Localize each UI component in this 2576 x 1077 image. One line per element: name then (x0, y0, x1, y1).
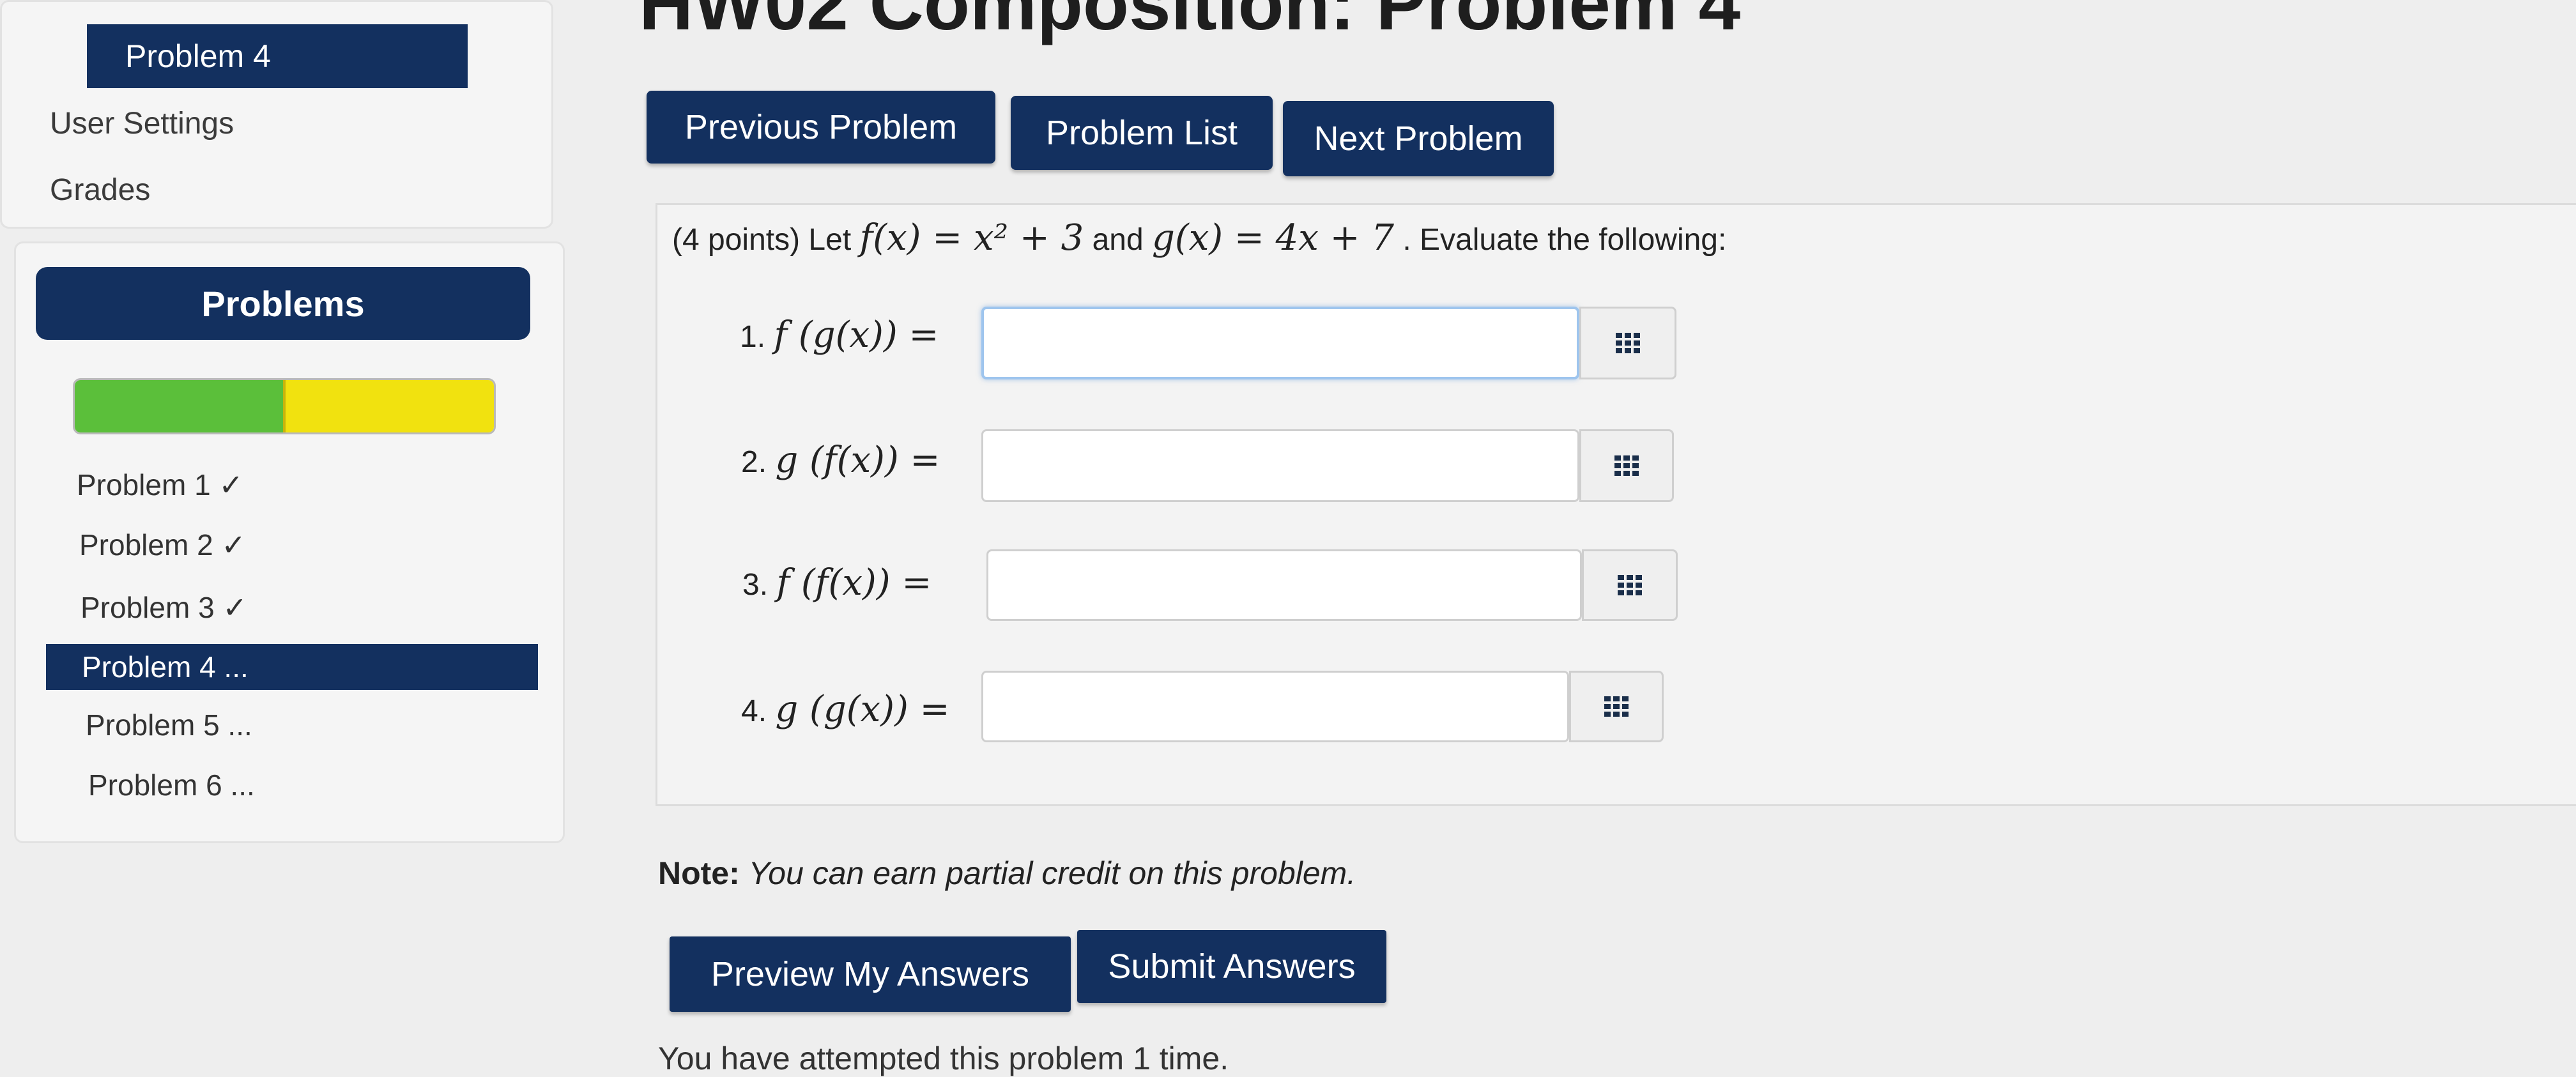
previous-problem-button[interactable]: Previous Problem (647, 91, 995, 164)
attempts-status: You have attempted this problem 1 time. (658, 1041, 1229, 1076)
problems-header: Problems (36, 267, 530, 340)
progress-bar (73, 378, 496, 434)
sidebar-problem-6[interactable]: Problem 6 ... (88, 768, 255, 802)
prompt-and: and (1092, 223, 1144, 257)
equation-editor-button-3[interactable] (1582, 549, 1678, 621)
sidebar-link-user-settings[interactable]: User Settings (50, 106, 234, 141)
equation-editor-button-2[interactable] (1579, 429, 1674, 502)
sidebar-problem-3[interactable]: Problem 3 ✓ (80, 590, 247, 625)
sidebar-current-problem[interactable]: Problem 4 (87, 24, 468, 88)
partial-credit-note: Note: You can earn partial credit on thi… (658, 855, 1356, 892)
progress-correct-segment (75, 380, 283, 432)
note-label: Note: (658, 855, 740, 891)
g-definition: g(x) = 4x + 7 (1152, 217, 1395, 259)
equation-editor-icon (1618, 575, 1642, 595)
prompt-tail: . Evaluate the following: (1402, 223, 1727, 257)
prompt-points: (4 points) Let (672, 223, 852, 257)
progress-partial-segment (283, 380, 494, 432)
answer-input-4[interactable] (981, 671, 1569, 742)
page-title: HW02 Composition: Problem 4 (639, 0, 1741, 46)
question-4-label: 4. g (g(x)) = (741, 689, 950, 730)
equation-editor-icon (1604, 696, 1629, 717)
sidebar-problem-2[interactable]: Problem 2 ✓ (79, 528, 246, 562)
question-3-label: 3. f (f(x)) = (742, 562, 932, 604)
submit-answers-button[interactable]: Submit Answers (1077, 930, 1386, 1003)
sidebar-link-grades[interactable]: Grades (50, 172, 150, 208)
question-2-label: 2. g (f(x)) = (741, 439, 940, 481)
answer-input-3[interactable] (986, 549, 1582, 621)
equation-editor-button-4[interactable] (1569, 671, 1664, 742)
answer-input-2[interactable] (981, 429, 1579, 502)
sidebar-problem-1[interactable]: Problem 1 ✓ (77, 468, 243, 502)
preview-answers-button[interactable]: Preview My Answers (670, 936, 1071, 1012)
problem-list-button[interactable]: Problem List (1011, 96, 1273, 170)
note-text: You can earn partial credit on this prob… (748, 855, 1356, 891)
question-1-label: 1. f (g(x)) = (740, 314, 939, 356)
sidebar-problem-4[interactable]: Problem 4 ... (46, 644, 538, 690)
equation-editor-icon (1614, 455, 1639, 476)
equation-editor-button-1[interactable] (1579, 307, 1676, 379)
equation-editor-icon (1616, 333, 1640, 353)
problem-prompt: (4 points) Let f(x) = x² + 3 and g(x) = … (672, 217, 1726, 259)
f-definition: f(x) = x² + 3 (859, 217, 1084, 259)
next-problem-button[interactable]: Next Problem (1283, 101, 1554, 176)
answer-input-1[interactable] (981, 307, 1579, 379)
sidebar-problem-5[interactable]: Problem 5 ... (86, 708, 252, 742)
